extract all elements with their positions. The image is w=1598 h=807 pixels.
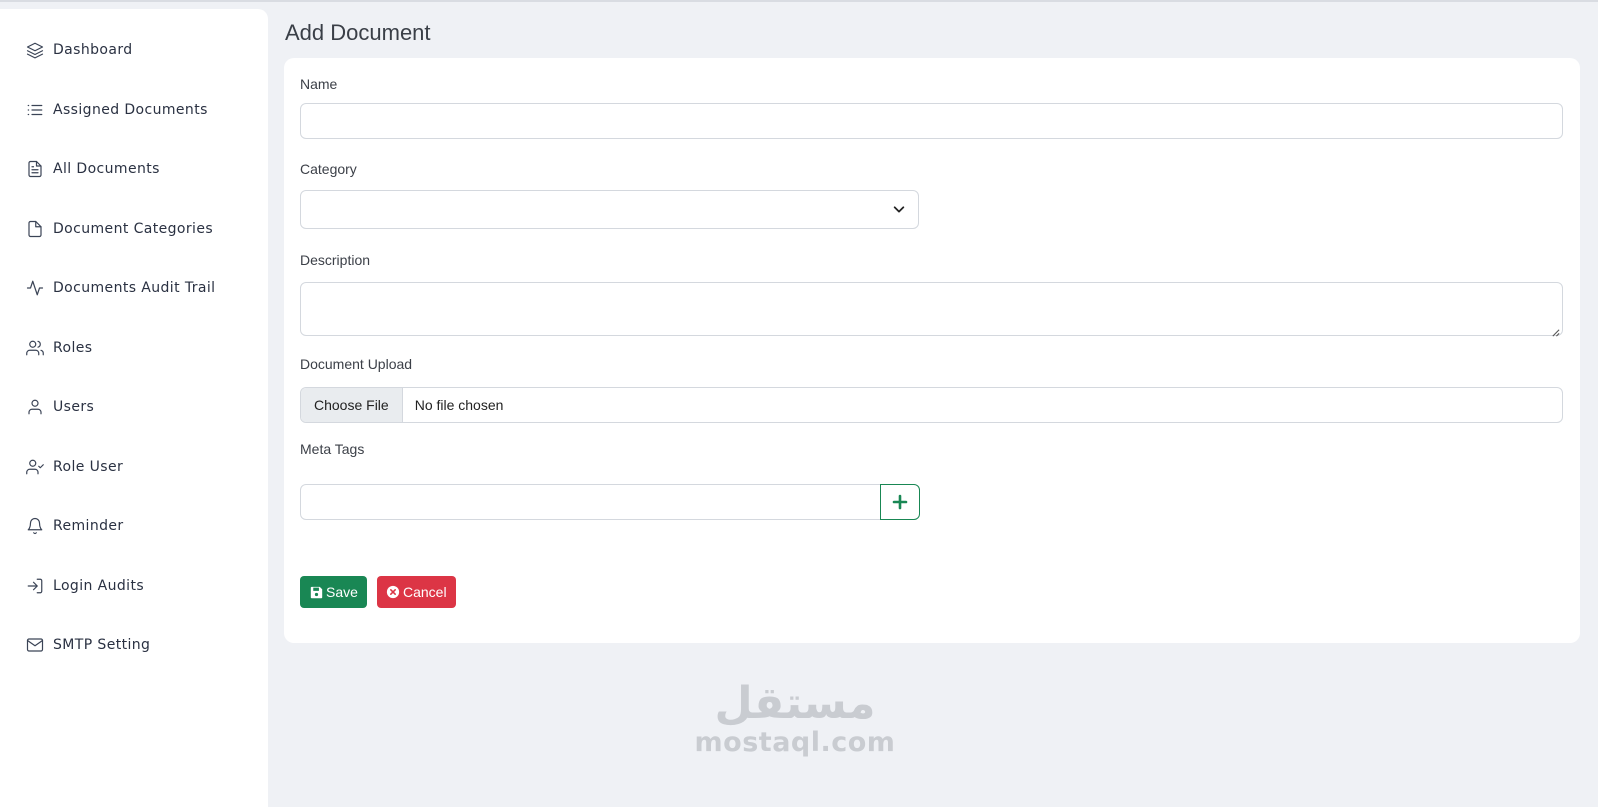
file-text-icon: [25, 159, 45, 179]
choose-file-button[interactable]: Choose File: [301, 388, 403, 422]
page-title: Add Document: [285, 20, 431, 45]
sidebar-item-label: Assigned Documents: [53, 102, 208, 118]
layers-icon: [25, 40, 45, 60]
sidebar-item-label: Roles: [53, 340, 93, 356]
sidebar-item-all-documents[interactable]: All Documents: [25, 157, 160, 181]
sidebar-item-label: Dashboard: [53, 42, 133, 58]
add-meta-tag-button[interactable]: [880, 484, 920, 520]
user-check-icon: [25, 457, 45, 477]
save-button[interactable]: Save: [300, 576, 367, 608]
sidebar-item-role-user[interactable]: Role User: [25, 455, 123, 479]
description-label: Description: [300, 252, 371, 268]
sidebar-item-assigned-documents[interactable]: Assigned Documents: [25, 98, 208, 122]
sidebar-item-users[interactable]: Users: [25, 395, 94, 419]
sidebar: Dashboard Assigned Documents All Documen…: [0, 9, 268, 807]
name-label: Name: [300, 76, 338, 92]
meta-tags-label: Meta Tags: [300, 441, 365, 457]
category-label: Category: [300, 161, 357, 177]
category-select[interactable]: [300, 190, 919, 229]
plus-icon: [892, 494, 908, 510]
cancel-button[interactable]: Cancel: [377, 576, 456, 608]
sidebar-item-label: All Documents: [53, 161, 160, 177]
sidebar-item-login-audits[interactable]: Login Audits: [25, 574, 144, 598]
list-icon: [25, 100, 45, 120]
users-icon: [25, 338, 45, 358]
user-icon: [25, 397, 45, 417]
top-border: [0, 0, 1598, 2]
sidebar-item-smtp-setting[interactable]: SMTP Setting: [25, 633, 150, 657]
description-textarea[interactable]: [300, 282, 1563, 337]
name-input[interactable]: [300, 103, 1563, 139]
document-upload-input[interactable]: Choose File No file chosen: [300, 387, 1563, 423]
sidebar-item-label: Documents Audit Trail: [53, 280, 216, 296]
meta-tags-input[interactable]: [300, 484, 881, 520]
file-icon: [25, 219, 45, 239]
watermark: مستقل mostaql.com: [690, 680, 900, 758]
bell-icon: [25, 516, 45, 536]
sidebar-item-label: Reminder: [53, 518, 124, 534]
file-status: No file chosen: [414, 397, 504, 413]
sidebar-item-label: Users: [53, 399, 95, 415]
save-label: Save: [326, 584, 358, 600]
chevron-down-icon: [892, 202, 906, 216]
sidebar-item-label: Role User: [53, 459, 124, 475]
sidebar-item-document-categories[interactable]: Document Categories: [25, 217, 213, 241]
sidebar-item-roles[interactable]: Roles: [25, 336, 92, 360]
activity-icon: [25, 278, 45, 298]
watermark-latin: mostaql.com: [694, 727, 896, 758]
sidebar-item-reminder[interactable]: Reminder: [25, 514, 124, 538]
mail-icon: [25, 635, 45, 655]
document-upload-label: Document Upload: [300, 356, 413, 372]
sidebar-item-label: SMTP Setting: [53, 637, 151, 653]
add-document-form: Name Category Description Document Uploa…: [284, 58, 1580, 643]
sidebar-item-documents-audit-trail[interactable]: Documents Audit Trail: [25, 276, 215, 300]
resize-handle-icon[interactable]: [1551, 324, 1560, 337]
sidebar-item-label: Document Categories: [53, 221, 214, 237]
watermark-arabic: مستقل: [714, 678, 876, 729]
cancel-label: Cancel: [403, 584, 447, 600]
save-icon: [309, 585, 323, 599]
sidebar-item-dashboard[interactable]: Dashboard: [25, 38, 133, 62]
x-circle-icon: [386, 585, 400, 599]
sidebar-item-label: Login Audits: [53, 578, 145, 594]
log-in-icon: [25, 576, 45, 596]
